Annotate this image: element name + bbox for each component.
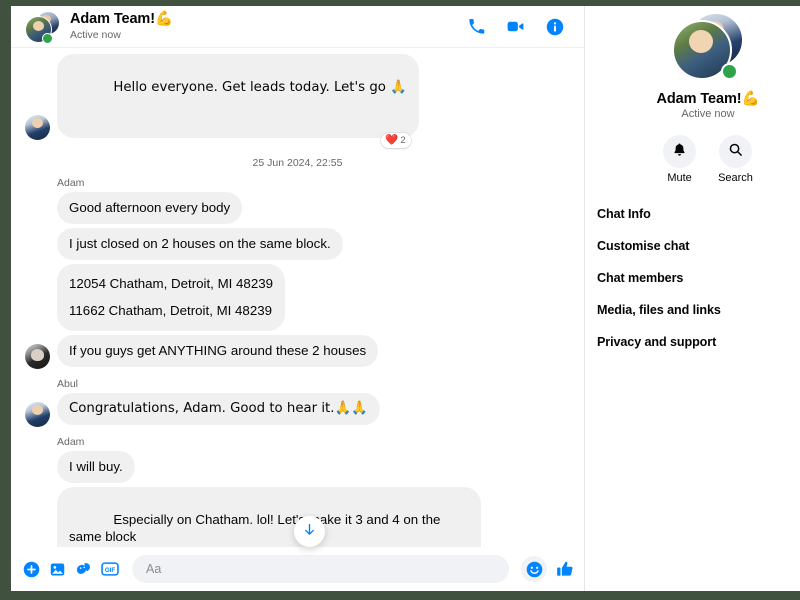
message-bubble[interactable]: 12054 Chatham, Detroit, MI 48239 11662 C… xyxy=(57,264,286,331)
message-bubble[interactable]: Hello everyone. Get leads today. Let's g… xyxy=(57,54,419,148)
chat-header: Adam Team!💪 Active now xyxy=(11,6,584,48)
panel-online-dot xyxy=(721,63,738,80)
message-row: Hello everyone. Get leads today. Let's g… xyxy=(25,54,570,148)
panel-chat-name: Adam Team!💪 xyxy=(656,91,760,107)
panel-quick-actions: Mute Search xyxy=(663,135,753,184)
info-circle-icon[interactable] xyxy=(546,18,564,36)
header-group-avatar[interactable] xyxy=(25,10,61,44)
message-bubble[interactable]: Good afternoon every body xyxy=(57,192,243,224)
message-input[interactable] xyxy=(144,561,497,577)
conversation-column: Adam Team!💪 Active now Hello everyone. G… xyxy=(11,6,585,591)
avatar[interactable] xyxy=(25,344,50,369)
avatar-spacer xyxy=(25,237,50,262)
menu-item-chat-members[interactable]: Chat members xyxy=(597,270,799,286)
message-row: If you guys get ANYTHING around these 2 … xyxy=(25,335,570,371)
message-bubble[interactable]: Especially on Chatham. lol! Let's make i… xyxy=(57,487,481,547)
message-text: Hello everyone. Get leads today. Let's g… xyxy=(113,80,407,95)
messenger-app: Adam Team!💪 Active now Hello everyone. G… xyxy=(11,6,800,591)
video-camera-icon[interactable] xyxy=(506,17,525,36)
reaction-count: 2 xyxy=(400,135,406,146)
bell-icon xyxy=(672,142,687,162)
mute-button[interactable]: Mute xyxy=(663,135,697,184)
message-composer: GIF xyxy=(11,547,584,591)
avatar-spacer xyxy=(25,201,50,226)
message-input-wrapper[interactable] xyxy=(132,555,509,583)
message-bubble[interactable]: If you guys get ANYTHING around these 2 … xyxy=(57,335,379,367)
screenshot-root: Adam Team!💪 Active now Hello everyone. G… xyxy=(0,0,800,600)
chat-status: Active now xyxy=(70,29,121,41)
phone-icon[interactable] xyxy=(468,18,485,35)
add-plus-icon[interactable] xyxy=(23,561,40,578)
mute-button-label: Mute xyxy=(667,172,692,184)
panel-menu: Chat Info Customise chat Chat members Me… xyxy=(585,206,799,350)
mute-button-circle xyxy=(663,135,697,168)
message-row: Good afternoon every body xyxy=(25,192,570,228)
message-row: I will buy. xyxy=(25,451,570,487)
message-row: Congratulations, Adam. Good to hear it.🙏… xyxy=(25,393,570,429)
panel-group-avatar[interactable] xyxy=(672,12,744,84)
details-panel: Adam Team!💪 Active now Mute Search Chat … xyxy=(585,6,799,591)
panel-profile-block: Adam Team!💪 Active now Mute Search xyxy=(585,6,799,184)
heart-icon: ❤️ xyxy=(385,134,399,146)
svg-text:GIF: GIF xyxy=(105,567,116,574)
avatar-spacer xyxy=(25,308,50,333)
image-icon[interactable] xyxy=(49,561,66,578)
sender-name: Adam xyxy=(57,436,85,448)
avatar-spacer xyxy=(25,460,50,485)
search-button[interactable]: Search xyxy=(718,135,753,184)
message-bubble[interactable]: I will buy. xyxy=(57,451,135,483)
gif-icon[interactable]: GIF xyxy=(101,560,119,578)
search-icon xyxy=(728,142,743,162)
smiley-icon[interactable] xyxy=(521,556,547,582)
search-button-circle xyxy=(718,135,752,168)
message-reaction[interactable]: ❤️ 2 xyxy=(381,133,411,148)
message-row: I just closed on 2 houses on the same bl… xyxy=(25,228,570,264)
menu-item-privacy-support[interactable]: Privacy and support xyxy=(597,334,799,350)
panel-chat-status: Active now xyxy=(681,108,735,120)
thumbs-up-icon[interactable] xyxy=(556,560,574,578)
message-bubble[interactable]: I just closed on 2 houses on the same bl… xyxy=(57,228,343,260)
header-actions xyxy=(468,17,572,36)
message-bubble[interactable]: Congratulations, Adam. Good to hear it.🙏… xyxy=(57,393,380,425)
avatar[interactable] xyxy=(25,115,50,140)
message-text: Especially on Chatham. lol! Let's make i… xyxy=(69,512,445,544)
message-row: 12054 Chatham, Detroit, MI 48239 11662 C… xyxy=(25,264,570,335)
sender-name: Abul xyxy=(57,378,79,390)
sticker-icon[interactable] xyxy=(75,561,92,578)
online-status-dot xyxy=(42,32,53,44)
chat-title[interactable]: Adam Team!💪 xyxy=(70,11,468,28)
menu-item-media-files-links[interactable]: Media, files and links xyxy=(597,302,799,318)
arrow-down-icon xyxy=(302,522,317,542)
avatar[interactable] xyxy=(25,402,50,427)
conversation-timestamp: 25 Jun 2024, 22:55 xyxy=(252,157,343,169)
menu-item-chat-info[interactable]: Chat Info xyxy=(597,206,799,222)
sender-name: Adam xyxy=(57,177,85,189)
header-text-block: Adam Team!💪 Active now xyxy=(70,11,468,42)
menu-item-customise-chat[interactable]: Customise chat xyxy=(597,238,799,254)
message-list: Hello everyone. Get leads today. Let's g… xyxy=(11,48,584,547)
search-button-label: Search xyxy=(718,172,753,184)
scroll-to-bottom-button[interactable] xyxy=(294,516,325,547)
